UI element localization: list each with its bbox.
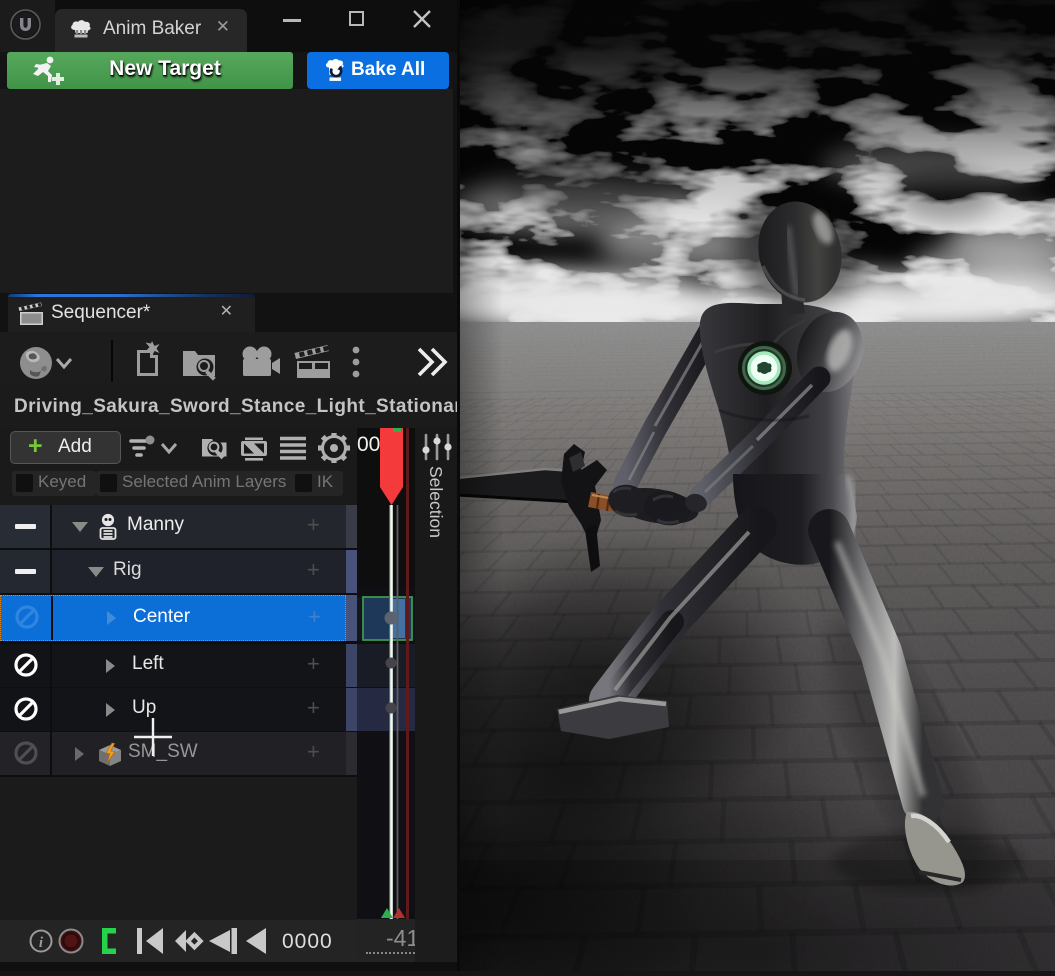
svg-text:00: 00 <box>357 433 380 456</box>
svg-text:i: i <box>39 935 44 951</box>
